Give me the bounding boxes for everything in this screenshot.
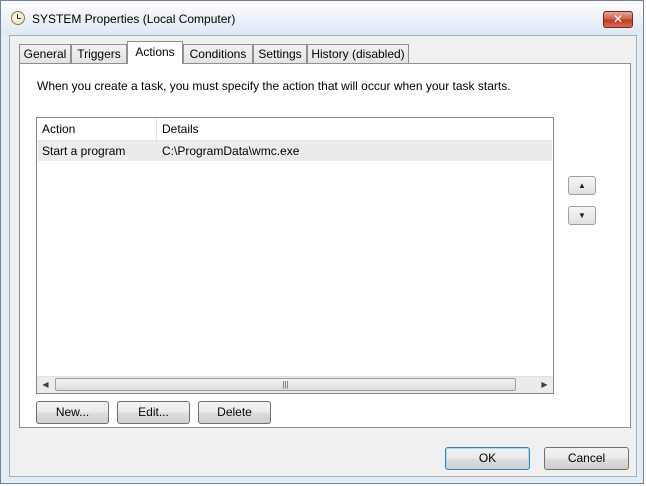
arrow-up-icon: ▲ [578,181,586,190]
title-bar[interactable]: SYSTEM Properties (Local Computer) ✕ [1,1,643,35]
actions-panel: When you create a task, you must specify… [19,63,631,428]
instruction-text: When you create a task, you must specify… [37,79,511,93]
new-button[interactable]: New... [36,401,109,424]
tab-history[interactable]: History (disabled) [307,44,409,63]
row-action-cell: Start a program [42,144,126,158]
move-down-button[interactable]: ▼ [568,206,596,225]
scroll-right-icon[interactable]: ▶ [536,377,553,393]
actions-list[interactable]: Action Details Start a program C:\Progra… [36,117,554,394]
cancel-button[interactable]: Cancel [544,447,629,470]
arrow-down-icon: ▼ [578,211,586,220]
row-details-cell: C:\ProgramData\wmc.exe [162,144,300,158]
tab-conditions[interactable]: Conditions [183,44,253,63]
tab-general[interactable]: General [19,44,71,63]
tab-settings[interactable]: Settings [253,44,307,63]
list-header: Action Details [37,118,553,141]
properties-dialog: SYSTEM Properties (Local Computer) ✕ Gen… [0,0,644,484]
dialog-body: General Triggers Actions Conditions Sett… [9,35,637,477]
scroll-left-icon[interactable]: ◀ [37,377,54,393]
close-icon: ✕ [612,12,624,26]
horizontal-scrollbar[interactable]: ◀ ||| ▶ [37,376,553,393]
scroll-thumb[interactable]: ||| [55,378,516,391]
edit-button[interactable]: Edit... [117,401,190,424]
grip-icon: ||| [282,380,289,389]
window-title: SYSTEM Properties (Local Computer) [32,12,236,26]
delete-button[interactable]: Delete [198,401,271,424]
column-header-action[interactable]: Action [37,118,157,140]
tab-triggers[interactable]: Triggers [71,44,127,63]
move-up-button[interactable]: ▲ [568,176,596,195]
tab-actions[interactable]: Actions [127,41,183,64]
table-row[interactable]: Start a program C:\ProgramData\wmc.exe [38,141,552,161]
clock-icon [11,11,25,25]
close-button[interactable]: ✕ [603,11,633,28]
ok-button[interactable]: OK [445,447,530,470]
column-header-details[interactable]: Details [157,118,553,140]
